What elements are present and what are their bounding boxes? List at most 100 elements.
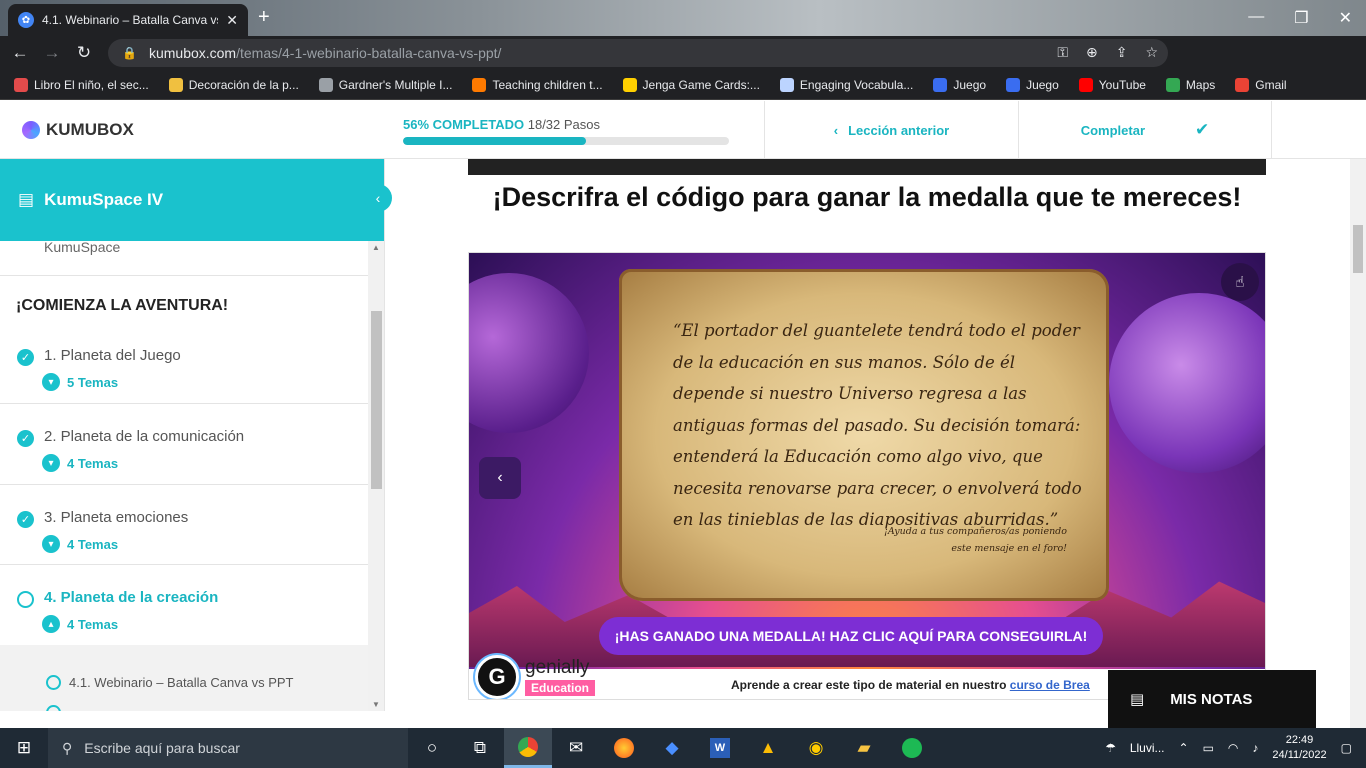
bookmark-gmail[interactable]: Gmail: [1235, 77, 1287, 92]
url-host: kumubox.com: [148, 45, 237, 61]
file-explorer-icon[interactable]: ▰: [840, 728, 888, 768]
bookmark-maps[interactable]: Maps: [1165, 77, 1215, 92]
bookmark-4[interactable]: Teaching children t...: [472, 77, 603, 92]
youtube-icon: [1078, 77, 1093, 92]
tips-icon[interactable]: ◉: [792, 728, 840, 768]
bookmark-8[interactable]: Juego: [1006, 77, 1059, 92]
scroll-up-icon[interactable]: ▲: [372, 243, 380, 252]
screen: ✿ 4.1. Webinario – Batalla Canva vs ✕ + …: [0, 0, 1366, 768]
page-scroll-thumb[interactable]: [1353, 225, 1363, 273]
lesson-item-4[interactable]: 4. Planeta de la creación ▴ 4 Temas: [0, 567, 368, 647]
bookmark-6-icon: [779, 77, 794, 92]
windows-start-icon[interactable]: ⊞: [0, 728, 48, 768]
bookmark-7[interactable]: Juego: [933, 77, 986, 92]
bookmark-5[interactable]: Jenga Game Cards:...: [622, 77, 760, 92]
browser-toolbar: ← → ↻ 🔒 kumubox.com/temas/4-1-webinario-…: [0, 36, 1366, 97]
bookmark-2[interactable]: Decoración de la p...: [168, 77, 299, 92]
tab-title: 4.1. Webinario – Batalla Canva vs: [42, 13, 219, 27]
course-link[interactable]: curso de Brea: [1010, 678, 1090, 692]
genially-previous-button[interactable]: ‹: [479, 457, 521, 499]
minimize-icon[interactable]: —: [1248, 8, 1264, 28]
bookmark-youtube[interactable]: YouTube: [1078, 77, 1146, 92]
checkmark-icon: ✔: [1195, 120, 1210, 139]
genially-logo[interactable]: G genially Education: [475, 655, 596, 699]
sidebar-scrollbar[interactable]: ▲ ▼: [368, 241, 384, 711]
course-progress: 56% COMPLETADO 18/32 Pasos: [403, 117, 733, 145]
restore-icon[interactable]: ❐: [1294, 8, 1308, 28]
my-notes-button[interactable]: ▤ MIS NOTAS: [1108, 670, 1316, 728]
page-scrollbar[interactable]: [1350, 159, 1366, 729]
close-window-icon[interactable]: ✕: [1339, 8, 1352, 28]
battery-icon[interactable]: ▭: [1203, 741, 1214, 755]
bookmark-star-icon[interactable]: ☆: [1145, 44, 1158, 61]
get-medal-button[interactable]: ¡HAS GANADO UNA MEDALLA! HAZ CLIC AQUÍ P…: [599, 617, 1103, 655]
section-title: ¡COMIENZA LA AVENTURA!: [16, 297, 229, 314]
search-icon: ⚲: [62, 739, 73, 756]
cortana-icon[interactable]: ○: [408, 728, 456, 768]
bookmark-6[interactable]: Engaging Vocabula...: [779, 77, 913, 92]
bookmark-7-icon: [933, 77, 948, 92]
bookmark-1-icon: [14, 77, 28, 92]
completed-check-icon: ✓: [17, 430, 34, 447]
spotify-icon[interactable]: [888, 728, 936, 768]
clock[interactable]: 22:49 24/11/2022: [1272, 733, 1326, 763]
weather-icon[interactable]: ☂: [1105, 741, 1116, 755]
volume-icon[interactable]: ♪: [1252, 741, 1258, 755]
topics-toggle[interactable]: ▾ 5 Temas: [42, 373, 118, 391]
bookmark-2-icon: [168, 77, 183, 92]
lesson-item-3[interactable]: ✓ 3. Planeta emociones ▾ 4 Temas: [0, 487, 368, 567]
bookmark-1[interactable]: Libro El niño, el sec...: [14, 77, 149, 92]
bookmark-4-icon: [472, 77, 487, 92]
address-bar[interactable]: 🔒 kumubox.com/temas/4-1-webinario-batall…: [108, 39, 1168, 67]
lesson-topics-list: 4.1. Webinario – Batalla Canva vs PPT: [0, 645, 368, 711]
reload-icon[interactable]: ↻: [68, 43, 100, 63]
key-icon[interactable]: ⚿: [1057, 44, 1068, 61]
genially-g-icon: G: [475, 655, 519, 699]
sidebar-scroll-thumb[interactable]: [371, 311, 382, 489]
notifications-icon[interactable]: ▢: [1341, 741, 1352, 755]
topic-status-circle-icon: [46, 705, 61, 711]
lesson-item-1[interactable]: ✓ 1. Planeta del Juego ▾ 5 Temas: [0, 325, 368, 405]
new-tab-button[interactable]: +: [258, 6, 270, 29]
address-bar-icons: ⚿ ⊕ ⇪ ☆: [1057, 44, 1158, 61]
word-icon[interactable]: W: [696, 728, 744, 768]
maps-icon: [1165, 77, 1180, 92]
bookmark-5-icon: [622, 77, 637, 92]
share-icon[interactable]: ⇪: [1116, 44, 1128, 61]
chevron-left-icon: ‹: [833, 122, 839, 138]
fullscreen-hand-icon[interactable]: ☝: [1221, 263, 1259, 301]
chevron-up-icon[interactable]: ⌃: [1179, 741, 1189, 755]
close-tab-icon[interactable]: ✕: [226, 12, 238, 29]
lesson-item-2[interactable]: ✓ 2. Planeta de la comunicación ▾ 4 Temas: [0, 406, 368, 486]
back-arrow-icon[interactable]: ←: [4, 43, 36, 63]
genially-embed[interactable]: “El portador del guantelete tendrá todo …: [468, 252, 1266, 700]
scroll-down-icon[interactable]: ▼: [372, 700, 380, 709]
google-drive-icon[interactable]: ▲: [744, 728, 792, 768]
complete-button[interactable]: Completar ✔: [1018, 101, 1272, 159]
weather-text[interactable]: Lluvi...: [1130, 741, 1165, 755]
chrome-icon[interactable]: [504, 728, 552, 768]
topics-toggle[interactable]: ▾ 4 Temas: [42, 454, 118, 472]
kumubox-logo[interactable]: KUMUBOX: [22, 120, 134, 140]
main-content: ¡Descrifra el código para ganar la medal…: [386, 159, 1350, 711]
topic-item-current[interactable]: 4.1. Webinario – Batalla Canva vs PPT: [46, 675, 294, 690]
previous-lesson-button[interactable]: ‹ Lección anterior: [764, 101, 1018, 159]
collapse-sidebar-button[interactable]: ‹: [364, 184, 392, 212]
chevron-down-icon: ▾: [42, 373, 60, 391]
dropbox-icon[interactable]: ◆: [648, 728, 696, 768]
firefox-icon[interactable]: [600, 728, 648, 768]
zoom-icon[interactable]: ⊕: [1086, 44, 1098, 61]
lock-icon[interactable]: 🔒: [122, 46, 137, 60]
progress-bar: [403, 137, 729, 145]
window-controls: — ❐ ✕: [1248, 8, 1352, 28]
forward-arrow-icon[interactable]: →: [36, 43, 68, 63]
wifi-icon[interactable]: ◠: [1228, 741, 1238, 755]
topics-toggle[interactable]: ▴ 4 Temas: [42, 615, 118, 633]
task-view-icon[interactable]: ⧉: [456, 728, 504, 768]
mail-icon[interactable]: ✉: [552, 728, 600, 768]
taskbar-search[interactable]: ⚲ Escribe aquí para buscar: [48, 728, 408, 768]
bookmark-3[interactable]: Gardner's Multiple I...: [318, 77, 452, 92]
browser-tab[interactable]: ✿ 4.1. Webinario – Batalla Canva vs ✕: [8, 4, 248, 36]
topics-toggle[interactable]: ▾ 4 Temas: [42, 535, 118, 553]
chevron-up-icon: ▴: [42, 615, 60, 633]
